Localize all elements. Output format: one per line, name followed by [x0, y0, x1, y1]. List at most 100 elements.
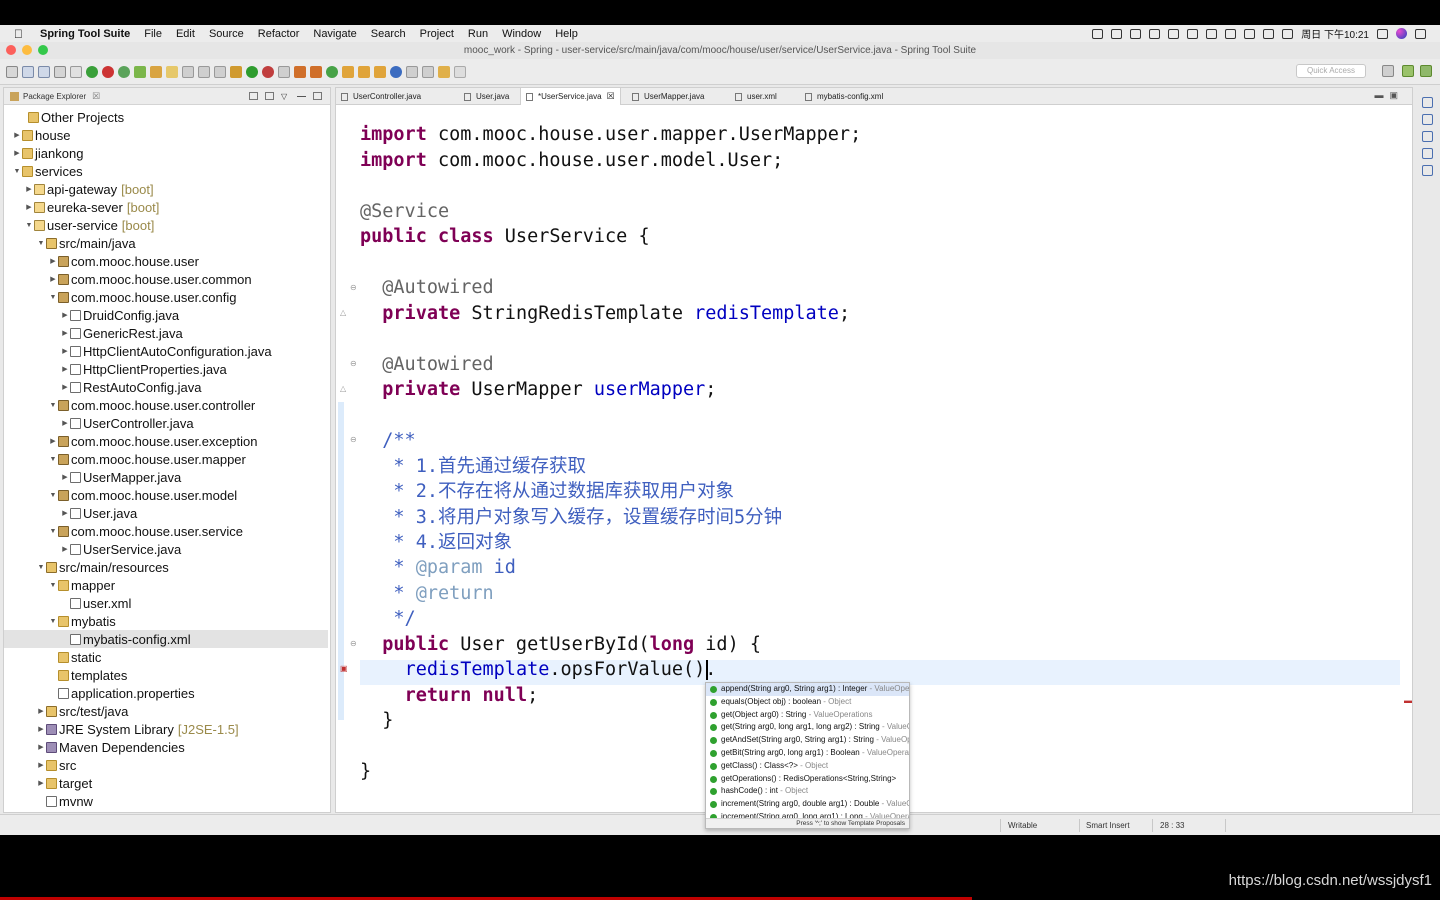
- package-explorer-tab[interactable]: Package Explorer ☒ ▽: [4, 88, 330, 105]
- editor-min-max-icons[interactable]: ▬▣: [1374, 90, 1404, 101]
- fold-icon[interactable]: ⊖: [350, 639, 357, 648]
- menu-search[interactable]: Search: [371, 28, 406, 40]
- boot-dashboard-icon[interactable]: [1421, 165, 1433, 176]
- tab-usermapper[interactable]: UserMapper.java: [627, 88, 709, 105]
- expand-toggle-icon[interactable]: ▶: [60, 347, 70, 355]
- tree-item[interactable]: ▶ com.mooc.house.user.common: [4, 270, 328, 288]
- expand-toggle-icon[interactable]: ▶: [36, 725, 46, 733]
- expand-toggle-icon[interactable]: ▼: [24, 222, 34, 229]
- tree-item[interactable]: ▼ src/main/resources: [4, 558, 328, 576]
- content-assist-item[interactable]: getBit(String arg0, long arg1) : Boolean…: [706, 747, 909, 760]
- minimize-window-icon[interactable]: [22, 45, 32, 55]
- expand-toggle-icon[interactable]: ▶: [60, 473, 70, 481]
- previous-annotation-icon[interactable]: [422, 65, 434, 78]
- clock[interactable]: 周日 下午10:21: [1301, 26, 1369, 41]
- fold-icon[interactable]: ⊖: [350, 435, 357, 444]
- keyboard-icon[interactable]: [1282, 28, 1294, 39]
- expand-toggle-icon[interactable]: ▶: [36, 707, 46, 715]
- expand-toggle-icon[interactable]: ▶: [36, 779, 46, 787]
- debug-icon[interactable]: [230, 65, 242, 78]
- tab-user-xml[interactable]: user.xml: [730, 88, 782, 105]
- tree-item[interactable]: static: [4, 648, 328, 666]
- coverage-icon[interactable]: [262, 65, 274, 78]
- tree-item[interactable]: ▼ src/main/java: [4, 234, 328, 252]
- expand-toggle-icon[interactable]: ▶: [36, 761, 46, 769]
- content-assist-item[interactable]: increment(String arg0, double arg1) : Do…: [706, 798, 909, 811]
- word-wrap-icon[interactable]: [182, 65, 194, 78]
- save-icon[interactable]: [22, 65, 34, 78]
- menu-file[interactable]: File: [144, 28, 162, 40]
- expand-toggle-icon[interactable]: ▶: [48, 437, 58, 445]
- tree-item[interactable]: ▼ services: [4, 162, 328, 180]
- menu-edit[interactable]: Edit: [176, 28, 195, 40]
- problems-view-icon[interactable]: [1421, 131, 1433, 142]
- tree-item[interactable]: ▶ GenericRest.java: [4, 324, 328, 342]
- maximize-view-icon[interactable]: [313, 92, 322, 100]
- menu-help[interactable]: Help: [555, 28, 578, 40]
- view-menu-icon[interactable]: ▽: [281, 92, 290, 101]
- expand-toggle-icon[interactable]: ▼: [48, 294, 58, 301]
- next-annotation-icon[interactable]: [406, 65, 418, 78]
- external-tools-icon[interactable]: [278, 65, 290, 78]
- expand-toggle-icon[interactable]: ▶: [60, 329, 70, 337]
- tab-user[interactable]: User.java: [459, 88, 514, 105]
- apple-icon[interactable]: : [14, 27, 28, 41]
- download-icon[interactable]: [1187, 28, 1199, 39]
- tree-item[interactable]: ▶ HttpClientAutoConfiguration.java: [4, 342, 328, 360]
- tree-item[interactable]: ▶ src: [4, 756, 328, 774]
- tree-item[interactable]: ▶ eureka-sever [boot]: [4, 198, 328, 216]
- expand-toggle-icon[interactable]: ▼: [48, 492, 58, 499]
- bell-icon[interactable]: [1130, 28, 1142, 39]
- menu-project[interactable]: Project: [420, 28, 454, 40]
- expand-toggle-icon[interactable]: ▶: [60, 545, 70, 553]
- expand-toggle-icon[interactable]: ▶: [36, 743, 46, 751]
- tree-item[interactable]: ▶ User.java: [4, 504, 328, 522]
- new-package-icon[interactable]: [310, 65, 322, 78]
- fold-icon[interactable]: ⊖: [350, 359, 357, 368]
- tree-item[interactable]: mvnw: [4, 792, 328, 810]
- error-marker-icon[interactable]: ▣: [340, 664, 348, 673]
- toggle-breakpoint-icon[interactable]: [70, 65, 82, 78]
- camera-icon[interactable]: [1092, 28, 1104, 39]
- expand-toggle-icon[interactable]: ▶: [60, 383, 70, 391]
- quick-access-input[interactable]: Quick Access: [1296, 64, 1366, 78]
- back-icon[interactable]: [438, 65, 450, 78]
- stop-server-icon[interactable]: [102, 65, 114, 78]
- expand-toggle-icon[interactable]: ▶: [12, 131, 22, 139]
- print-icon[interactable]: [54, 65, 66, 78]
- close-window-icon[interactable]: [6, 45, 16, 55]
- content-assist-item[interactable]: getOperations() : RedisOperations<String…: [706, 773, 909, 786]
- tree-item[interactable]: ▶ jiankong: [4, 144, 328, 162]
- menu-navigate[interactable]: Navigate: [313, 28, 356, 40]
- tab-usercontroller[interactable]: UserController.java: [336, 88, 426, 105]
- tree-item[interactable]: ▼ com.mooc.house.user.mapper: [4, 450, 328, 468]
- search-toolbar-icon[interactable]: [358, 65, 370, 78]
- tree-item[interactable]: ▼ mybatis: [4, 612, 328, 630]
- new-icon[interactable]: [6, 65, 18, 78]
- forward-icon[interactable]: [454, 65, 466, 78]
- java-perspective-icon[interactable]: [1402, 65, 1414, 77]
- tree-item[interactable]: ▼ com.mooc.house.user.config: [4, 288, 328, 306]
- expand-toggle-icon[interactable]: ▶: [48, 257, 58, 265]
- app-name-menu[interactable]: Spring Tool Suite: [40, 28, 130, 40]
- open-perspective-tb-icon[interactable]: [374, 65, 386, 78]
- expand-toggle-icon[interactable]: ▶: [24, 203, 34, 211]
- tree-item[interactable]: ▶ RestAutoConfig.java: [4, 378, 328, 396]
- browser-icon[interactable]: [390, 65, 402, 78]
- tree-item[interactable]: ▶ UserMapper.java: [4, 468, 328, 486]
- outline-view-icon[interactable]: [1421, 97, 1433, 108]
- content-assist-item[interactable]: get(Object arg0) : String - ValueOperati…: [706, 709, 909, 722]
- expand-toggle-icon[interactable]: ▼: [48, 528, 58, 535]
- tab-mybatis-config[interactable]: mybatis-config.xml: [800, 88, 888, 105]
- expand-toggle-icon[interactable]: ▼: [12, 168, 22, 175]
- collapse-all-icon[interactable]: [249, 92, 258, 100]
- content-assist-item[interactable]: getClass() : Class<?> - Object: [706, 760, 909, 773]
- tree-item[interactable]: ▼ user-service [boot]: [4, 216, 328, 234]
- tree-item[interactable]: ▶ Maven Dependencies: [4, 738, 328, 756]
- expand-toggle-icon[interactable]: ▼: [48, 618, 58, 625]
- tree-item[interactable]: ▶ house: [4, 126, 328, 144]
- close-tab-icon[interactable]: ☒: [607, 91, 615, 102]
- tree-item[interactable]: templates: [4, 666, 328, 684]
- clipboard-icon[interactable]: [1168, 28, 1180, 39]
- tree-item[interactable]: ▶ target: [4, 774, 328, 792]
